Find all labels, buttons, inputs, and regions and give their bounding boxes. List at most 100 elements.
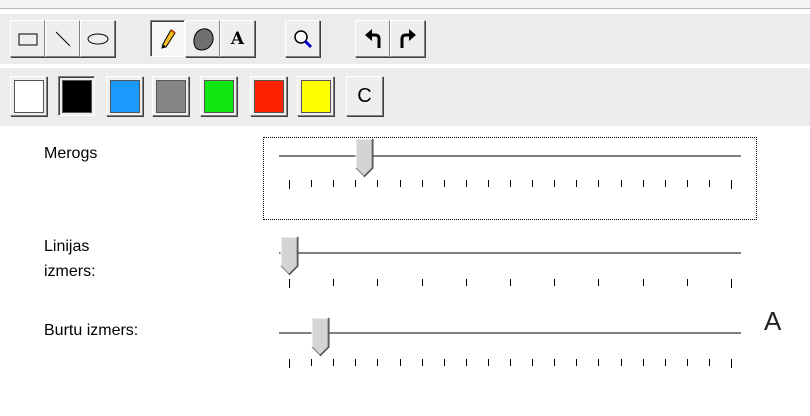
color-green-button[interactable]: [200, 76, 237, 116]
slider-tick: [576, 359, 577, 366]
color-swatch-black: [61, 79, 92, 113]
line-icon: [55, 31, 70, 46]
clear-label: C: [357, 84, 372, 107]
slider-tick: [510, 279, 511, 286]
slider-track[interactable]: [279, 252, 741, 256]
slider-track[interactable]: [279, 155, 741, 159]
slider-tick: [289, 279, 290, 288]
color-black-button[interactable]: [58, 76, 95, 116]
slider-tick: [377, 279, 378, 286]
zoom-tool-button[interactable]: [285, 20, 320, 57]
pencil-tool-button[interactable]: [150, 20, 185, 57]
slider-tick: [598, 279, 599, 286]
undo-arrow-icon: [364, 28, 380, 48]
color-red-button[interactable]: [250, 76, 287, 116]
slider-tick: [510, 359, 511, 366]
slider-tick: [400, 180, 401, 187]
undo-button[interactable]: [355, 20, 390, 57]
pencil-icon: [160, 28, 176, 49]
magnifier-icon: [293, 29, 312, 48]
slider-tick: [576, 180, 577, 187]
slider-tick: [355, 180, 356, 187]
slider-thumb[interactable]: [355, 138, 375, 178]
slider-tick: [466, 279, 467, 286]
text-icon: A: [230, 28, 245, 49]
slider-tick: [665, 359, 666, 366]
slider-tick: [289, 180, 290, 189]
font-size-label: Burtu izmers:: [44, 322, 139, 339]
color-swatch-yellow: [300, 79, 331, 113]
slider-tick: [709, 359, 710, 366]
slider-tick: [554, 180, 555, 187]
color-blue-button[interactable]: [106, 76, 143, 116]
color-swatch-white: [13, 79, 44, 113]
slider-tick: [355, 359, 356, 366]
slider-tick: [311, 180, 312, 187]
color-swatch-gray: [155, 79, 186, 113]
slider-tick: [422, 180, 423, 187]
slider-tick: [444, 180, 445, 187]
slider-tick: [643, 279, 644, 286]
slider-tick: [377, 359, 378, 366]
slider-tick: [488, 180, 489, 187]
slider-tick: [333, 359, 334, 366]
fill-shape-tool-button[interactable]: [185, 20, 220, 57]
slider-thumb[interactable]: [280, 236, 300, 276]
slider-tick: [377, 180, 378, 187]
slider-tick: [466, 180, 467, 187]
clear-button[interactable]: C: [346, 76, 383, 116]
slider-tick: [466, 359, 467, 366]
slider-tick: [687, 279, 688, 286]
line-size-label-line2: izmers:: [44, 263, 96, 280]
ellipse-tool-button[interactable]: [80, 20, 115, 57]
slider-tick: [621, 180, 622, 187]
slider-tick: [444, 359, 445, 366]
color-swatch-green: [203, 79, 234, 113]
slider-tick: [665, 180, 666, 187]
slider-tick: [643, 359, 644, 366]
top-border: [0, 0, 810, 9]
slider-tick: [333, 279, 334, 286]
slider-tick: [598, 180, 599, 187]
color-gray-button[interactable]: [152, 76, 189, 116]
slider-tick: [554, 359, 555, 366]
slider-tick: [289, 359, 290, 368]
slider-tick: [510, 180, 511, 187]
redo-button[interactable]: [390, 20, 425, 57]
color-yellow-button[interactable]: [297, 76, 334, 116]
slider-tick: [643, 180, 644, 187]
slider-tick: [333, 180, 334, 187]
font-size-preview: A: [764, 306, 782, 336]
rectangle-icon: [18, 33, 37, 45]
merogs-label: Merogs: [44, 145, 98, 162]
slider-tick: [532, 359, 533, 366]
ellipse-icon: [87, 33, 108, 44]
slider-thumb[interactable]: [311, 317, 331, 357]
slider-tick: [731, 279, 732, 288]
blob-fill-icon: [192, 27, 214, 51]
redo-arrow-icon: [400, 28, 416, 48]
slider-focus-rectangle: [263, 137, 757, 220]
slider-tick: [532, 180, 533, 187]
slider-tick: [311, 359, 312, 366]
slider-tick: [400, 359, 401, 366]
slider-tick: [687, 180, 688, 187]
slider-tick: [554, 279, 555, 286]
slider-tick: [598, 359, 599, 366]
line-size-label-line1: Linijas: [44, 238, 90, 255]
slider-tick: [731, 359, 732, 368]
rectangle-tool-button[interactable]: [10, 20, 45, 57]
slider-tick: [709, 180, 710, 187]
line-tool-button[interactable]: [45, 20, 80, 57]
slider-tick: [621, 359, 622, 366]
color-swatch-red: [253, 79, 284, 113]
color-swatch-blue: [109, 79, 140, 113]
slider-tick: [488, 359, 489, 366]
slider-tick: [687, 359, 688, 366]
text-tool-button[interactable]: A: [220, 20, 255, 57]
slider-tick: [422, 279, 423, 286]
slider-tick: [422, 359, 423, 366]
slider-tick: [731, 180, 732, 189]
slider-track[interactable]: [279, 332, 741, 336]
color-white-button[interactable]: [10, 76, 47, 116]
